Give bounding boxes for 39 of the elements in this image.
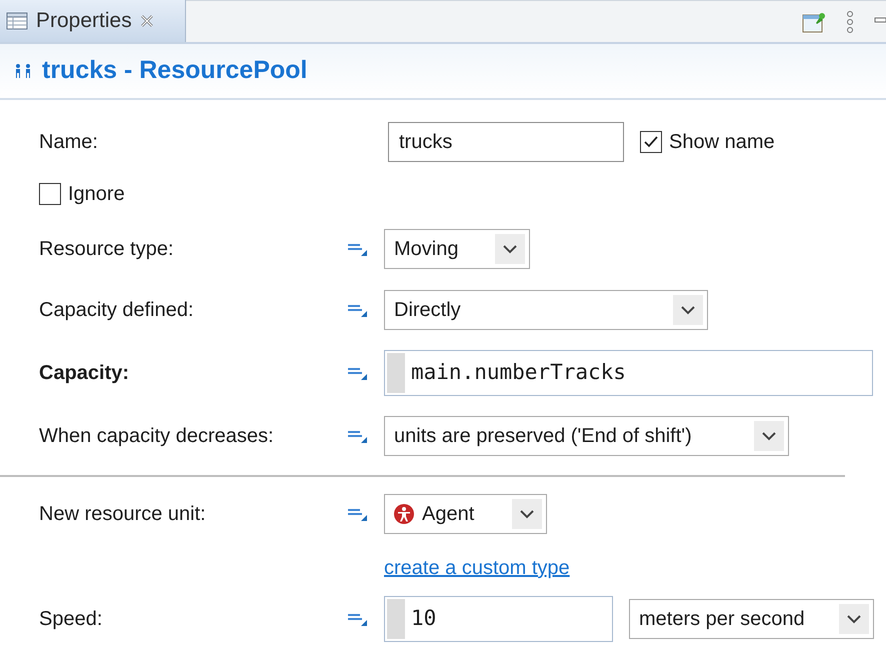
- more-options-icon[interactable]: [846, 10, 854, 34]
- person-icon: [394, 504, 414, 524]
- caret-icon: [847, 614, 861, 624]
- checkbox[interactable]: [39, 183, 61, 205]
- caret-icon: [503, 244, 517, 254]
- field-label: Resource type:: [39, 237, 175, 262]
- static-value-icon[interactable]: [347, 302, 367, 318]
- close-icon[interactable]: [140, 14, 154, 28]
- table-icon: [6, 12, 28, 30]
- code-field[interactable]: main.numberTracks: [384, 350, 873, 396]
- checkbox-label: Ignore: [68, 182, 125, 207]
- dropdown[interactable]: Directly: [384, 290, 708, 330]
- dropdown[interactable]: Agent: [384, 494, 547, 534]
- panel-title: trucks - ResourcePool: [42, 55, 308, 86]
- unit-dropdown[interactable]: meters per second: [629, 599, 874, 639]
- field-label: When capacity decreases:: [39, 424, 275, 449]
- caret-icon: [681, 306, 695, 314]
- field-label: Capacity:: [39, 361, 130, 386]
- caret-icon: [762, 432, 776, 440]
- dropdown[interactable]: units are preserved ('End of shift'): [384, 416, 789, 456]
- static-value-icon[interactable]: [347, 241, 367, 257]
- static-value-icon[interactable]: [347, 428, 367, 444]
- checkbox[interactable]: [640, 131, 662, 153]
- static-value-icon[interactable]: [347, 611, 367, 627]
- field-label: Speed:: [39, 607, 104, 632]
- field-label: New resource unit:: [39, 502, 207, 527]
- field-label: Capacity defined:: [39, 298, 195, 323]
- pinned-window-icon[interactable]: [802, 10, 826, 32]
- checkbox-label: Show name: [669, 130, 775, 155]
- dropdown[interactable]: Moving: [384, 229, 530, 269]
- speed-field[interactable]: 10: [384, 596, 613, 642]
- static-value-icon[interactable]: [347, 506, 367, 522]
- static-value-icon[interactable]: [347, 365, 367, 381]
- panel-tab[interactable]: Properties: [0, 0, 186, 42]
- field-label: Name:: [39, 130, 99, 155]
- name-field[interactable]: trucks: [388, 122, 624, 162]
- create-type-link[interactable]: create a custom type: [384, 553, 570, 583]
- caret-icon: [520, 510, 534, 518]
- checkmark-icon: [643, 135, 659, 149]
